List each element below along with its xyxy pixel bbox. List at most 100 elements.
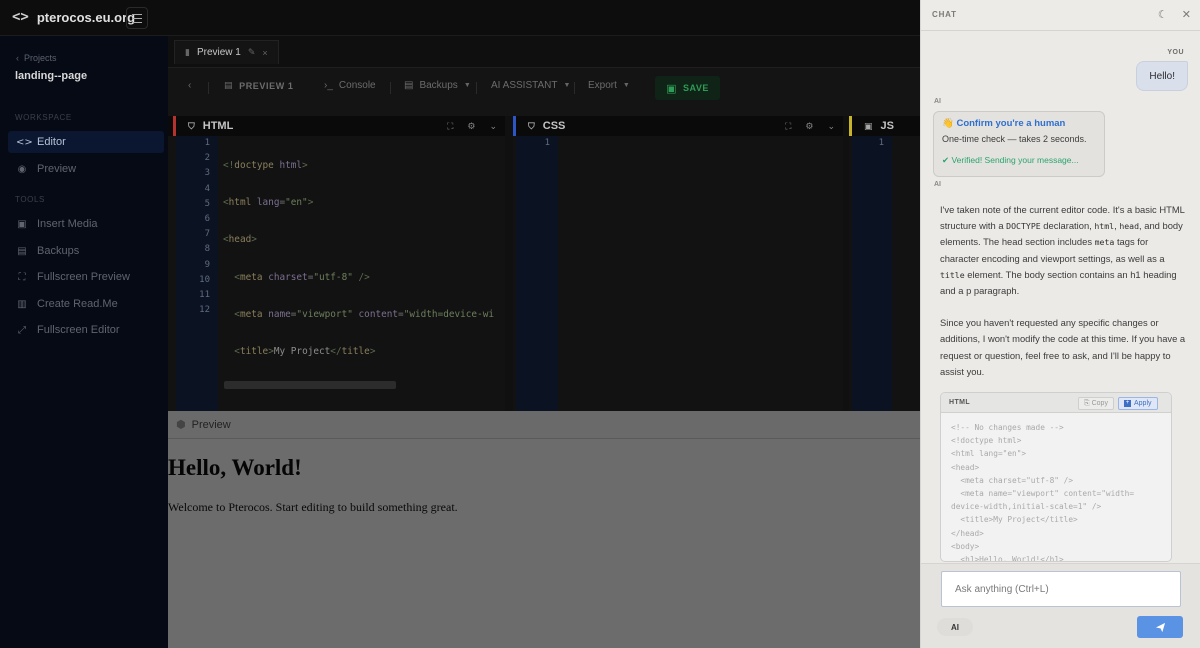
css-accent-bar (513, 116, 516, 136)
chevron-left-icon[interactable]: ‹ (188, 80, 191, 91)
js-accent-bar (849, 116, 852, 136)
file-icon: ▮ (185, 47, 190, 57)
css-editor-pane: ⛉ CSS ⛶ ⚙ ⌄ 1 (513, 116, 843, 411)
edit-icon[interactable]: ✎ (248, 47, 256, 58)
inline-code: html (1094, 221, 1115, 232)
line-number: 2 (204, 153, 210, 164)
preview-1-button[interactable]: ▤ PREVIEW 1 (224, 80, 294, 91)
copy-button[interactable]: ⎘ Copy (1078, 397, 1114, 410)
line-number: 6 (204, 213, 210, 224)
project-name: landing--page (15, 70, 88, 82)
floppy-disk-icon: ▣ (666, 82, 678, 95)
console-button[interactable]: ›_ Console (324, 80, 376, 91)
sidebar-item-preview[interactable]: ◉ Preview (8, 158, 164, 180)
gear-icon[interactable]: ⚙ (467, 121, 475, 132)
back-to-projects-link[interactable]: ‹ Projects (16, 53, 57, 63)
js-pane-header: ▣ JS (849, 116, 920, 136)
brand[interactable]: <> pterocos.eu.org (12, 9, 135, 25)
copy-icon: ⎘ (1084, 399, 1090, 407)
hamburger-menu-icon[interactable] (126, 7, 148, 29)
image-icon: ▣ (17, 218, 27, 230)
ai-mode-toggle[interactable]: AI (937, 618, 973, 636)
sidebar-item-create-readme[interactable]: ▥ Create Read.Me (8, 293, 164, 315)
expand-icon: ⛶ (18, 271, 26, 283)
sidebar-item-editor[interactable]: <> Editor (8, 131, 164, 153)
chat-input[interactable] (941, 571, 1181, 607)
css-pane-title: ⛉ CSS (528, 120, 565, 132)
inline-code: meta (1094, 237, 1115, 248)
line-number: 5 (204, 198, 210, 209)
css-pane-controls: ⛶ ⚙ ⌄ (785, 116, 835, 136)
export-dropdown[interactable]: Export ▼ (588, 80, 630, 91)
ai-message-paragraph-1: I've taken note of the current editor co… (940, 202, 1188, 299)
css-pane-header: ⛉ CSS ⛶ ⚙ ⌄ (513, 116, 843, 136)
sidebar-item-label: Fullscreen Preview (37, 271, 130, 283)
code-line: <head> (223, 234, 257, 246)
console-label: Console (338, 80, 376, 91)
chat-header: CHAT ☾ ✕ (921, 0, 1200, 31)
document-icon: ▤ (224, 80, 234, 90)
plus-icon: + (1124, 400, 1131, 407)
brand-code-icon: <> (12, 9, 29, 25)
toolbar-divider (476, 82, 477, 94)
html-code-area[interactable]: <!doctype html> <html lang="en"> <head> … (223, 136, 503, 381)
html-pane-controls: ⛶ ⚙ ⌄ (447, 116, 497, 136)
toolbar-divider (208, 82, 209, 94)
export-label: Export (588, 80, 617, 91)
ai-assistant-dropdown[interactable]: AI ASSISTANT ▼ (491, 80, 570, 91)
app-root: <> pterocos.eu.org ‹ Projects landing--p… (0, 0, 1200, 648)
ai-message-paragraph-2: Since you haven't requested any specific… (940, 317, 1186, 377)
preview-heading: Hello, World! (168, 455, 302, 480)
save-button[interactable]: ▣ SAVE (655, 76, 720, 100)
send-button[interactable] (1137, 616, 1183, 638)
css-code-area[interactable] (568, 136, 828, 381)
close-icon[interactable]: × (262, 48, 267, 58)
maximize-icon[interactable]: ⛶ (447, 121, 453, 132)
you-label: YOU (1167, 49, 1184, 56)
line-number: 10 (199, 274, 210, 285)
js-pane-title: ▣ JS (864, 120, 894, 132)
ai-code-block: HTML ⎘ Copy + Apply <!-- No changes made… (940, 392, 1172, 562)
js-editor-pane: ▣ JS 1 (849, 116, 920, 411)
database-icon: ▤ (17, 245, 27, 257)
html-label: HTML (202, 120, 234, 132)
code-block-language: HTML (949, 399, 971, 406)
book-icon: ▥ (17, 298, 27, 310)
ai-label: AI (934, 98, 941, 105)
toolbar-divider (574, 82, 575, 94)
inline-code: head (1119, 221, 1140, 232)
database-icon: ▤ (404, 80, 414, 91)
html-pane-title: ⛉ HTML (188, 120, 233, 132)
chat-title: CHAT (932, 10, 957, 19)
preview-header-label: Preview (191, 418, 231, 431)
line-number: 7 (204, 229, 210, 240)
html-horizontal-scrollbar[interactable] (224, 381, 396, 389)
css3-icon: ⛉ (528, 120, 535, 131)
chevron-down-icon: ▼ (563, 82, 571, 89)
save-label: SAVE (683, 83, 709, 93)
file-tab-preview-1[interactable]: ▮ Preview 1 ✎ × (174, 40, 279, 64)
gear-icon[interactable]: ⚙ (805, 121, 813, 132)
close-icon[interactable]: ✕ (1182, 8, 1191, 21)
apply-button[interactable]: + Apply (1118, 397, 1158, 410)
line-number: 8 (204, 244, 210, 255)
html5-icon: ⛉ (188, 120, 195, 131)
pane-resize-handle[interactable] (505, 116, 513, 411)
sidebar-item-insert-media[interactable]: ▣ Insert Media (8, 213, 164, 235)
sidebar-item-fullscreen-editor[interactable]: ⤢ Fullscreen Editor (8, 319, 164, 341)
chevron-down-icon[interactable]: ⌄ (827, 121, 835, 132)
css-label: CSS (542, 120, 566, 132)
moon-icon[interactable]: ☾ (1158, 8, 1168, 21)
js-line-numbers: 1 (852, 136, 892, 411)
sidebar-item-fullscreen-preview[interactable]: ⛶ Fullscreen Preview (8, 266, 164, 288)
back-link-label: Projects (24, 53, 57, 63)
code-block-header: HTML ⎘ Copy + Apply (941, 393, 1171, 413)
maximize-icon[interactable]: ⛶ (785, 121, 791, 132)
captcha-subtitle: One-time check — takes 2 seconds. (942, 134, 1087, 144)
backups-dropdown[interactable]: ▤ Backups ▼ (404, 80, 471, 91)
line-number: 1 (878, 138, 884, 148)
chevron-down-icon[interactable]: ⌄ (489, 121, 497, 132)
html-pane-header: ⛉ HTML ⛶ ⚙ ⌄ (168, 116, 505, 136)
sidebar-item-backups[interactable]: ▤ Backups (8, 240, 164, 262)
sidebar-item-label: Insert Media (37, 218, 98, 230)
